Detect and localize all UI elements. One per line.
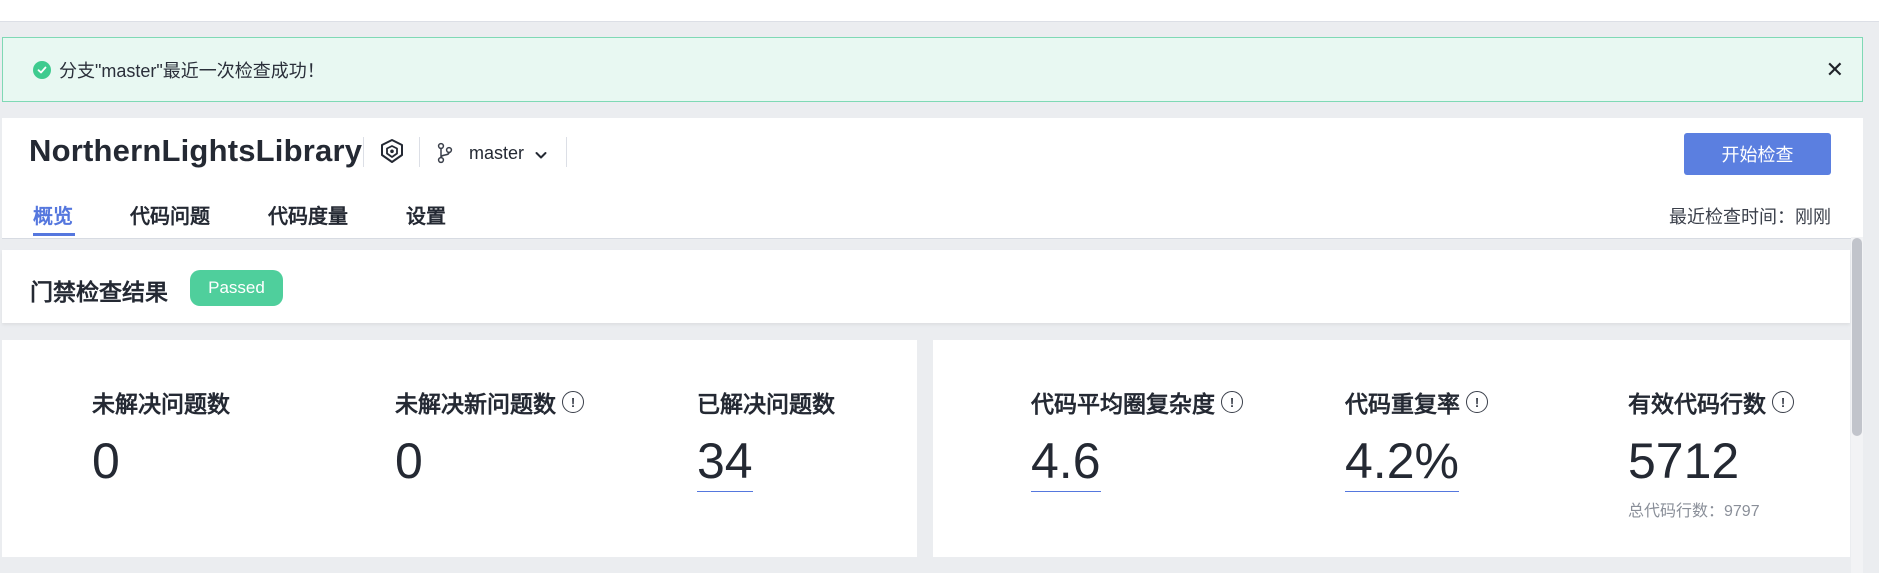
total-lines-text: 总代码行数：9797 xyxy=(1628,503,1760,520)
chevron-down-icon[interactable] xyxy=(534,148,548,162)
unresolved-issues-label: 未解决问题数 xyxy=(92,391,230,417)
complexity-label: 代码平均圈复杂度 xyxy=(1031,391,1215,417)
duplication-value[interactable]: 4.2% xyxy=(1345,431,1459,492)
metric-label: 未解决问题数 xyxy=(92,385,230,419)
divider xyxy=(566,137,567,167)
metric-label: 已解决问题数 xyxy=(697,385,835,419)
new-unresolved-issues-label: 未解决新问题数 xyxy=(395,391,556,417)
metric-label: 代码平均圈复杂度 ! xyxy=(1031,385,1243,419)
status-badge: Passed xyxy=(190,270,283,306)
alert-message: 分支"master"最近一次检查成功！ xyxy=(59,60,325,81)
issues-card xyxy=(2,340,917,557)
start-check-button[interactable]: 开始检查 xyxy=(1684,133,1831,175)
effective-lines-value: 5712 xyxy=(1628,433,1740,489)
new-unresolved-issues-value: 0 xyxy=(395,433,423,489)
divider xyxy=(419,137,420,167)
resolved-issues-label: 已解决问题数 xyxy=(697,391,835,417)
duplication-label: 代码重复率 xyxy=(1345,391,1460,417)
info-icon[interactable]: ! xyxy=(1466,391,1488,413)
tab-settings[interactable]: 设置 xyxy=(406,200,446,229)
close-icon[interactable]: ✕ xyxy=(1826,58,1844,82)
top-bar xyxy=(0,0,1879,22)
unresolved-issues-value: 0 xyxy=(92,433,120,489)
active-tab-indicator xyxy=(33,233,75,236)
divider xyxy=(363,137,364,167)
effective-lines-label: 有效代码行数 xyxy=(1628,391,1766,417)
info-icon[interactable]: ! xyxy=(562,391,584,413)
resolved-issues-value[interactable]: 34 xyxy=(697,431,753,492)
tab-code-issues[interactable]: 代码问题 xyxy=(130,200,210,229)
info-icon[interactable]: ! xyxy=(1772,391,1794,413)
shield-icon[interactable] xyxy=(378,137,406,165)
scrollbar-thumb[interactable] xyxy=(1852,238,1862,436)
info-icon[interactable]: ! xyxy=(1221,391,1243,413)
branch-icon xyxy=(437,142,453,164)
repo-name: NorthernLightsLibrary xyxy=(29,133,363,168)
check-circle-icon xyxy=(33,60,51,79)
metric-label: 有效代码行数 ! xyxy=(1628,385,1794,419)
branch-selector[interactable]: master xyxy=(469,143,524,164)
success-alert: 分支"master"最近一次检查成功！ ✕ xyxy=(2,37,1863,102)
complexity-value[interactable]: 4.6 xyxy=(1031,431,1101,492)
tab-overview[interactable]: 概览 xyxy=(33,200,73,229)
tab-code-metrics[interactable]: 代码度量 xyxy=(268,200,348,229)
last-check-time: 最近检查时间：刚刚 xyxy=(1669,207,1831,227)
metric-label: 未解决新问题数 ! xyxy=(395,385,584,419)
gate-title: 门禁检查结果 xyxy=(30,279,168,305)
metric-label: 代码重复率 ! xyxy=(1345,385,1488,419)
